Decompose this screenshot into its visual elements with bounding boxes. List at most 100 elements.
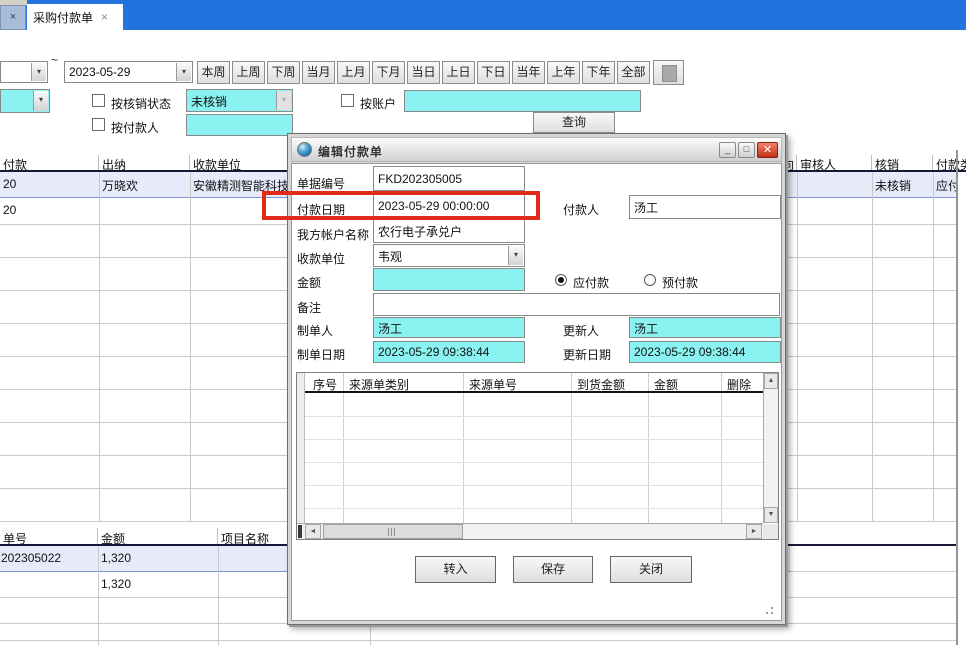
scroll-right-icon[interactable]: ► xyxy=(746,524,762,539)
create-date-value: 2023-05-29 09:38:44 xyxy=(378,345,489,359)
column-header-source-type[interactable]: 来源单类别 xyxy=(343,373,463,393)
creator-label: 制单人 xyxy=(297,322,333,339)
app-window: × 采购付款单 × ▾ ~ 2023-05-29 ▾ 本周 上周 下周 当月 上… xyxy=(0,0,966,645)
period-button-this-week[interactable]: 本周 xyxy=(197,61,230,84)
toolbar-square-icon-button[interactable] xyxy=(653,60,684,85)
column-header-source-no[interactable]: 来源单号 xyxy=(463,373,571,393)
transfer-button[interactable]: 转入 xyxy=(415,556,496,583)
query-button[interactable]: 查询 xyxy=(533,112,615,133)
column-header-doc-no[interactable]: 单号 xyxy=(0,528,98,544)
period-button-last-month[interactable]: 上月 xyxy=(337,61,370,84)
our-account-label: 我方帐户名称 xyxy=(297,226,369,243)
create-date-field[interactable]: 2023-05-29 09:38:44 xyxy=(373,341,525,363)
period-button-last-week[interactable]: 上周 xyxy=(232,61,265,84)
cell-payment: 20 xyxy=(0,198,99,224)
column-header-arrival-amount[interactable]: 到货金额 xyxy=(571,373,648,393)
column-header-pay-type[interactable]: 付款类型 xyxy=(933,155,966,170)
cell-verify: 未核销 xyxy=(872,172,933,197)
period-button-next-month[interactable]: 下月 xyxy=(372,61,405,84)
account-filter-combo[interactable]: ▾ xyxy=(0,89,50,113)
app-sphere-icon xyxy=(297,142,312,157)
close-icon[interactable]: × xyxy=(10,11,16,23)
our-account-field[interactable]: 农行电子承兑户 xyxy=(373,219,525,243)
payable-radio[interactable] xyxy=(555,274,567,286)
period-button-all[interactable]: 全部 xyxy=(617,61,650,84)
column-header-payment[interactable]: 付款 xyxy=(0,155,99,170)
scrollbar-thumb[interactable] xyxy=(323,524,463,539)
close-dialog-button[interactable]: 关闭 xyxy=(610,556,692,583)
updater-field[interactable]: 汤工 xyxy=(629,317,781,338)
cell-amount: 1,320 xyxy=(98,572,218,597)
dropdown-arrow-icon[interactable]: ▾ xyxy=(508,246,523,265)
close-icon[interactable]: × xyxy=(101,10,108,24)
creator-field[interactable]: 汤工 xyxy=(373,317,525,338)
updater-value: 汤工 xyxy=(634,322,658,336)
by-account-checkbox[interactable] xyxy=(341,94,354,107)
cell-doc-no: 202305022 xyxy=(0,546,98,571)
column-header-seq[interactable]: 序号 xyxy=(307,373,345,393)
tab-purchase-payment[interactable]: 采购付款单 × xyxy=(27,4,123,30)
tab-label: 采购付款单 xyxy=(33,9,93,26)
verify-status-value: 未核销 xyxy=(191,95,227,109)
account-filter-input[interactable] xyxy=(404,90,641,112)
scroll-down-icon[interactable]: ▼ xyxy=(764,507,778,523)
dropdown-arrow-icon[interactable]: ▾ xyxy=(176,63,191,81)
column-header-amount[interactable]: 金额 xyxy=(648,373,721,393)
remark-field[interactable] xyxy=(373,293,780,316)
dialog-titlebar[interactable]: 编辑付款单 _ □ ✕ xyxy=(291,137,782,162)
payer-field[interactable]: 汤工 xyxy=(629,195,781,219)
column-header-amount[interactable]: 金额 xyxy=(98,528,218,544)
payable-radio-label: 应付款 xyxy=(573,274,609,291)
save-button[interactable]: 保存 xyxy=(513,556,593,583)
date-combo[interactable]: 2023-05-29 ▾ xyxy=(64,61,193,83)
period-button-next-week[interactable]: 下周 xyxy=(267,61,300,84)
table-row[interactable] xyxy=(0,624,957,641)
period-button-prev-day[interactable]: 上日 xyxy=(442,61,475,84)
payer-value: 汤工 xyxy=(634,201,658,215)
minimize-button[interactable]: _ xyxy=(719,142,736,158)
payee-value: 韦观 xyxy=(378,250,402,264)
period-button-next-year[interactable]: 下年 xyxy=(582,61,615,84)
verify-status-combo[interactable]: 未核销 ▾ xyxy=(186,89,293,112)
grid-line xyxy=(933,172,934,522)
prepaid-radio[interactable] xyxy=(644,274,656,286)
pane-separator[interactable] xyxy=(956,150,958,645)
period-button-this-month[interactable]: 当月 xyxy=(302,61,335,84)
amount-field[interactable] xyxy=(373,268,525,291)
scroll-up-icon[interactable]: ▲ xyxy=(764,373,778,389)
tab-partial[interactable]: × xyxy=(0,5,26,30)
column-header-delete[interactable]: 删除 xyxy=(721,373,763,393)
period-button-next-day[interactable]: 下日 xyxy=(477,61,510,84)
period-button-last-year[interactable]: 上年 xyxy=(547,61,580,84)
column-header-cashier[interactable]: 出纳 xyxy=(99,155,190,170)
range-combo[interactable]: ▾ xyxy=(0,61,48,83)
scroll-left-icon[interactable]: ◄ xyxy=(305,524,321,539)
grid-line xyxy=(343,373,344,523)
maximize-button[interactable]: □ xyxy=(738,142,755,158)
vertical-scrollbar[interactable]: ▲ ▼ xyxy=(763,373,778,523)
dialog-body: 单据编号 FKD202305005 付款日期 2023-05-29 00:00:… xyxy=(291,163,782,621)
date-combo-value: 2023-05-29 xyxy=(69,65,130,79)
column-header-verify[interactable]: 核销 xyxy=(872,155,933,170)
period-button-today[interactable]: 当日 xyxy=(407,61,440,84)
dropdown-arrow-icon[interactable]: ▾ xyxy=(33,91,48,111)
period-button-this-year[interactable]: 当年 xyxy=(512,61,545,84)
grid-line xyxy=(721,373,722,523)
payee-combo[interactable]: 韦观 ▾ xyxy=(373,244,525,267)
by-verify-status-checkbox[interactable] xyxy=(92,94,105,107)
row-header-strip xyxy=(297,373,305,523)
source-table-header: 序号 来源单类别 来源单号 到货金额 金额 删除 xyxy=(305,373,763,393)
grid-line xyxy=(190,172,191,522)
close-button[interactable]: ✕ xyxy=(757,142,778,158)
create-date-label: 制单日期 xyxy=(297,346,345,363)
by-payer-checkbox[interactable] xyxy=(92,118,105,131)
horizontal-scrollbar[interactable]: ◄ ► xyxy=(297,523,763,539)
update-date-field[interactable]: 2023-05-29 09:38:44 xyxy=(629,341,781,363)
cell-cashier: 万晓欢 xyxy=(99,172,190,197)
column-header-auditor[interactable]: 审核人 xyxy=(797,155,872,170)
grid-line xyxy=(305,416,763,417)
dropdown-arrow-icon[interactable]: ▾ xyxy=(276,91,291,110)
dropdown-arrow-icon[interactable]: ▾ xyxy=(31,63,46,81)
payer-filter-input[interactable] xyxy=(186,114,293,136)
doc-no-field[interactable]: FKD202305005 xyxy=(373,166,525,191)
